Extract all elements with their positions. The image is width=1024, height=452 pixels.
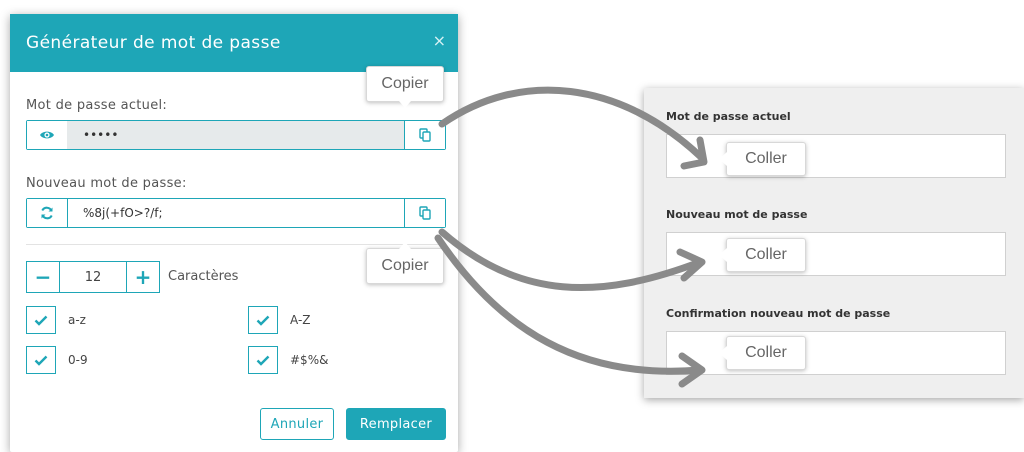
digits-label: 0-9: [68, 353, 88, 367]
target-new-label: Nouveau mot de passe: [666, 208, 808, 221]
new-password-label: Nouveau mot de passe:: [26, 176, 187, 191]
copy-tooltip-new: Copier: [366, 242, 444, 284]
eye-icon: [40, 131, 54, 139]
paste-tooltip-confirm: Coller: [719, 336, 806, 370]
uppercase-checkbox[interactable]: [248, 306, 278, 334]
dialog-header: Générateur de mot de passe ×: [10, 14, 458, 72]
target-form: Mot de passe actuel Nouveau mot de passe…: [644, 88, 1024, 398]
cancel-button[interactable]: Annuler: [260, 408, 334, 440]
target-current-input[interactable]: [666, 134, 1006, 178]
close-icon[interactable]: ×: [433, 31, 446, 50]
copy-icon: [419, 128, 431, 142]
increase-length-button[interactable]: +: [126, 261, 160, 293]
new-password-value[interactable]: %8j(+fO>?/f;: [67, 199, 405, 227]
regenerate-password-button[interactable]: [27, 199, 68, 227]
symbols-label: #$%&: [290, 353, 329, 367]
symbols-checkbox[interactable]: [248, 346, 278, 374]
paste-tooltip-new: Coller: [719, 238, 806, 272]
check-icon: [256, 315, 270, 326]
lowercase-checkbox[interactable]: [26, 306, 56, 334]
length-value[interactable]: 12: [60, 261, 126, 293]
dialog-title: Générateur de mot de passe: [26, 33, 281, 53]
copy-new-password-button[interactable]: [404, 199, 445, 227]
reveal-password-button[interactable]: [27, 121, 68, 149]
copy-current-password-button[interactable]: [404, 121, 445, 149]
paste-tooltip-current: Coller: [719, 142, 806, 176]
target-confirm-label: Confirmation nouveau mot de passe: [666, 307, 891, 320]
decrease-length-button[interactable]: −: [26, 261, 60, 293]
target-new-input[interactable]: [666, 232, 1006, 276]
length-label: Caractères: [168, 269, 239, 284]
target-confirm-input[interactable]: [666, 331, 1006, 375]
divider: [26, 244, 446, 245]
check-icon: [34, 315, 48, 326]
refresh-icon: [41, 206, 53, 220]
current-password-field: •••••: [26, 120, 446, 150]
current-password-value[interactable]: •••••: [67, 121, 405, 149]
copy-icon: [419, 206, 431, 220]
uppercase-label: A-Z: [290, 313, 311, 327]
check-icon: [34, 355, 48, 366]
new-password-field: %8j(+fO>?/f;: [26, 198, 446, 228]
replace-button[interactable]: Remplacer: [346, 408, 446, 440]
copy-tooltip-current: Copier: [366, 66, 444, 108]
current-password-label: Mot de passe actuel:: [26, 98, 168, 113]
lowercase-label: a-z: [68, 313, 86, 327]
check-icon: [256, 355, 270, 366]
target-current-label: Mot de passe actuel: [666, 110, 791, 123]
digits-checkbox[interactable]: [26, 346, 56, 374]
